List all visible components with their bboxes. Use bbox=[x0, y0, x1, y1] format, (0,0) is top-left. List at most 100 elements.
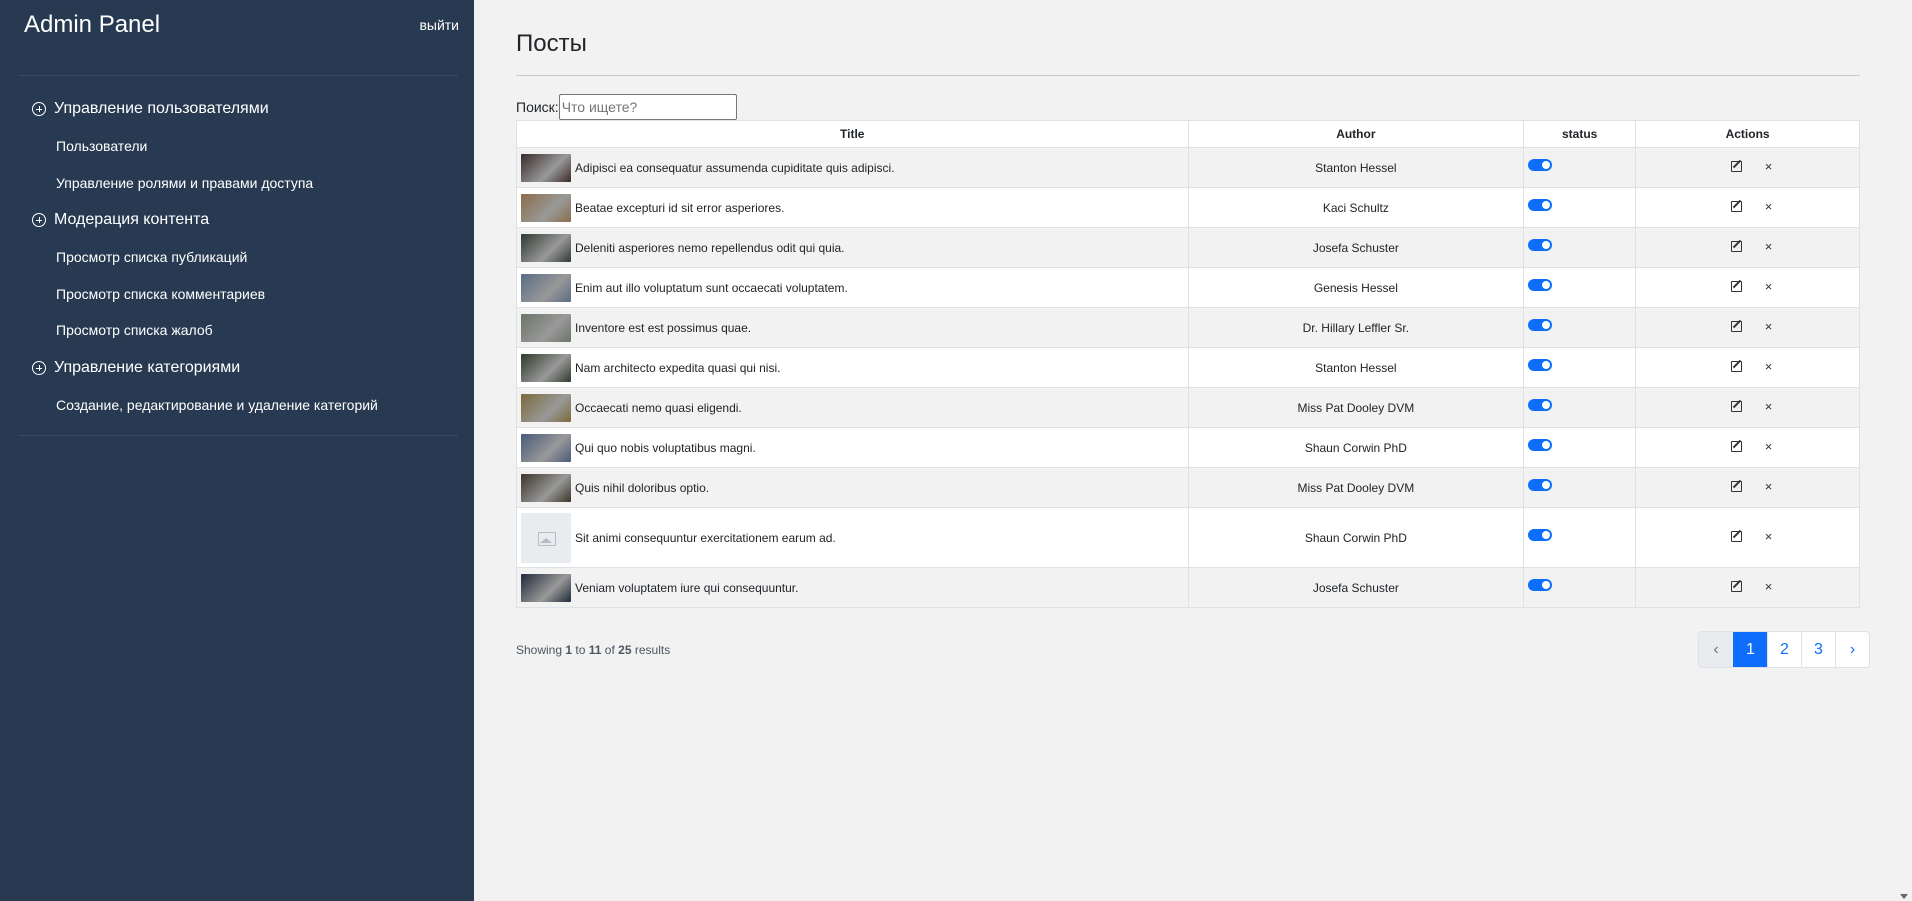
edit-icon[interactable] bbox=[1730, 400, 1743, 413]
column-header-author[interactable]: Author bbox=[1187, 120, 1525, 148]
status-toggle[interactable] bbox=[1528, 198, 1553, 211]
post-title[interactable]: Nam architecto expedita quasi qui nisi. bbox=[575, 361, 780, 375]
cell-title: Occaecati nemo quasi eligendi. bbox=[516, 387, 1189, 428]
close-icon[interactable]: × bbox=[1765, 530, 1773, 543]
edit-icon[interactable] bbox=[1730, 530, 1743, 543]
cell-status bbox=[1523, 467, 1637, 508]
cell-title: Enim aut illo voluptatum sunt occaecati … bbox=[516, 267, 1189, 308]
status-toggle[interactable] bbox=[1528, 438, 1553, 451]
pagination-prev[interactable]: ‹ bbox=[1699, 632, 1733, 667]
post-title[interactable]: Deleniti asperiores nemo repellendus odi… bbox=[575, 241, 845, 255]
status-toggle[interactable] bbox=[1528, 578, 1553, 591]
pagination-page-1[interactable]: 1 bbox=[1733, 632, 1767, 667]
sidebar-item-users[interactable]: Пользователи bbox=[0, 128, 474, 165]
cell-status bbox=[1523, 307, 1637, 348]
results-to: 11 bbox=[588, 643, 602, 657]
status-toggle[interactable] bbox=[1528, 478, 1553, 491]
table-row: Occaecati nemo quasi eligendi. Miss Pat D… bbox=[516, 387, 1860, 428]
edit-icon[interactable] bbox=[1730, 360, 1743, 373]
status-toggle[interactable] bbox=[1528, 158, 1553, 171]
status-toggle[interactable] bbox=[1528, 398, 1553, 411]
post-thumbnail bbox=[521, 473, 571, 502]
sidebar-group-label: Управление пользователями bbox=[54, 100, 269, 117]
close-icon[interactable]: × bbox=[1765, 400, 1773, 413]
cell-status bbox=[1523, 187, 1637, 228]
table-row: Enim aut illo voluptatum sunt occaecati … bbox=[516, 267, 1860, 308]
search-input[interactable] bbox=[558, 94, 737, 120]
cell-title: Veniam voluptatem iure qui consequuntur. bbox=[516, 567, 1189, 608]
post-title[interactable]: Adipisci ea consequatur assumenda cupidi… bbox=[575, 161, 895, 175]
edit-icon[interactable] bbox=[1730, 580, 1743, 593]
table-row: Qui quo nobis voluptatibus magni. Shaun C… bbox=[516, 427, 1860, 468]
cell-author: Josefa Schuster bbox=[1187, 227, 1525, 268]
logout-link[interactable]: выйти bbox=[419, 17, 459, 33]
status-toggle[interactable] bbox=[1528, 278, 1553, 291]
post-title[interactable]: Veniam voluptatem iure qui consequuntur. bbox=[575, 581, 798, 595]
sidebar-item-roles[interactable]: Управление ролями и правами доступа bbox=[0, 165, 474, 202]
plus-circle-icon bbox=[32, 213, 46, 227]
column-header-title[interactable]: Title bbox=[516, 120, 1189, 148]
close-icon[interactable]: × bbox=[1765, 360, 1773, 373]
sidebar-item-complaints[interactable]: Просмотр списка жалоб bbox=[0, 312, 474, 349]
sidebar-nav: Управление пользователями Пользователи У… bbox=[0, 90, 474, 423]
table-row: Deleniti asperiores nemo repellendus odi… bbox=[516, 227, 1860, 268]
close-icon[interactable]: × bbox=[1765, 280, 1773, 293]
edit-icon[interactable] bbox=[1730, 480, 1743, 493]
cell-author: Miss Pat Dooley DVM bbox=[1187, 387, 1525, 428]
results-to-word: to bbox=[575, 643, 586, 657]
post-title[interactable]: Qui quo nobis voluptatibus magni. bbox=[575, 441, 756, 455]
sidebar-item-comments[interactable]: Просмотр списка комментариев bbox=[0, 276, 474, 313]
column-header-actions: Actions bbox=[1635, 120, 1860, 148]
sidebar-group-categories[interactable]: Управление категориями bbox=[0, 349, 474, 387]
edit-icon[interactable] bbox=[1730, 200, 1743, 213]
cell-status bbox=[1523, 267, 1637, 308]
table-row: Sit animi consequuntur exercitationem ea… bbox=[516, 507, 1860, 568]
post-title[interactable]: Inventore est est possimus quae. bbox=[575, 321, 751, 335]
column-header-status[interactable]: status bbox=[1523, 120, 1637, 148]
post-title[interactable]: Occaecati nemo quasi eligendi. bbox=[575, 401, 742, 415]
sidebar-group-moderation[interactable]: Модерация контента bbox=[0, 201, 474, 239]
sidebar-group-users[interactable]: Управление пользователями bbox=[0, 90, 474, 128]
edit-icon[interactable] bbox=[1730, 320, 1743, 333]
table-body: Adipisci ea consequatur assumenda cupidi… bbox=[516, 147, 1860, 608]
close-icon[interactable]: × bbox=[1765, 480, 1773, 493]
cell-status bbox=[1523, 387, 1637, 428]
close-icon[interactable]: × bbox=[1765, 440, 1773, 453]
table-row: Veniam voluptatem iure qui consequuntur.… bbox=[516, 567, 1860, 608]
cell-actions: × bbox=[1635, 267, 1860, 308]
cell-author: Kaci Schultz bbox=[1187, 187, 1525, 228]
close-icon[interactable]: × bbox=[1765, 200, 1773, 213]
close-icon[interactable]: × bbox=[1765, 320, 1773, 333]
pagination-page-3[interactable]: 3 bbox=[1801, 632, 1835, 667]
close-icon[interactable]: × bbox=[1765, 240, 1773, 253]
sidebar-item-publications[interactable]: Просмотр списка публикаций bbox=[0, 239, 474, 276]
status-toggle[interactable] bbox=[1528, 528, 1553, 541]
post-title[interactable]: Quis nihil doloribus optio. bbox=[575, 481, 709, 495]
main-content: Посты Поиск: Title Author status Actions… bbox=[474, 0, 1912, 901]
status-toggle[interactable] bbox=[1528, 238, 1553, 251]
post-title[interactable]: Sit animi consequuntur exercitationem ea… bbox=[575, 531, 836, 545]
status-toggle[interactable] bbox=[1528, 358, 1553, 371]
close-icon[interactable]: × bbox=[1765, 160, 1773, 173]
edit-icon[interactable] bbox=[1730, 280, 1743, 293]
cell-author: Genesis Hessel bbox=[1187, 267, 1525, 308]
post-thumbnail bbox=[521, 193, 571, 222]
cell-actions: × bbox=[1635, 307, 1860, 348]
post-title[interactable]: Enim aut illo voluptatum sunt occaecati … bbox=[575, 281, 848, 295]
app-title: Admin Panel bbox=[24, 11, 161, 38]
cell-actions: × bbox=[1635, 467, 1860, 508]
close-icon[interactable]: × bbox=[1765, 580, 1773, 593]
status-toggle[interactable] bbox=[1528, 318, 1553, 331]
edit-icon[interactable] bbox=[1730, 440, 1743, 453]
cell-title: Quis nihil doloribus optio. bbox=[516, 467, 1189, 508]
pagination-page-2[interactable]: 2 bbox=[1767, 632, 1801, 667]
edit-icon[interactable] bbox=[1730, 160, 1743, 173]
pagination-next[interactable]: › bbox=[1835, 632, 1869, 667]
cell-actions: × bbox=[1635, 347, 1860, 388]
scroll-down-arrow-icon[interactable] bbox=[1900, 894, 1908, 899]
cell-author: Shaun Corwin PhD bbox=[1187, 507, 1525, 568]
sidebar-item-categories-crud[interactable]: Создание, редактирование и удаление кате… bbox=[0, 387, 474, 424]
cell-status bbox=[1523, 427, 1637, 468]
edit-icon[interactable] bbox=[1730, 240, 1743, 253]
post-title[interactable]: Beatae excepturi id sit error asperiores… bbox=[575, 201, 784, 215]
